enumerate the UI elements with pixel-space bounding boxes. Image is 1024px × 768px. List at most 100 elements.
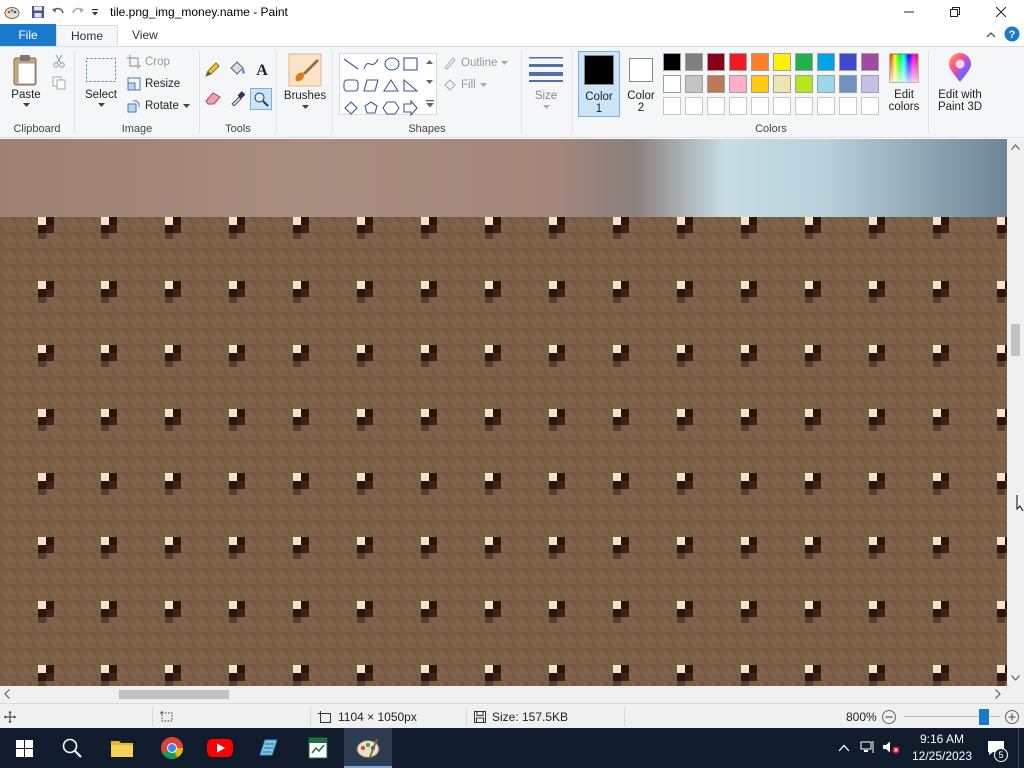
customize-toolbar-chevron-icon[interactable]	[88, 2, 102, 22]
scroll-down-icon[interactable]	[1011, 673, 1020, 684]
paste-button[interactable]: Paste	[6, 53, 46, 108]
paint-app-icon[interactable]	[2, 2, 22, 22]
outline-button[interactable]: Outline	[443, 56, 509, 70]
minimize-button[interactable]	[886, 0, 932, 24]
network-icon[interactable]	[860, 740, 876, 757]
horizontal-scroll-thumb[interactable]	[119, 690, 229, 699]
paint-taskbar-button[interactable]	[344, 728, 392, 768]
coin-pixel	[677, 473, 693, 495]
crop-button[interactable]: Crop	[127, 55, 170, 69]
shapes-gallery[interactable]	[339, 53, 437, 117]
close-button[interactable]	[978, 0, 1024, 24]
rotate-button[interactable]: Rotate	[127, 99, 190, 113]
palette-custom-slot[interactable]	[795, 97, 813, 115]
palette-custom-slot[interactable]	[839, 97, 857, 115]
palette-color-swatch[interactable]	[663, 53, 681, 71]
search-button[interactable]	[48, 728, 96, 768]
select-button[interactable]: Select	[81, 57, 121, 108]
youtube-button[interactable]	[196, 728, 244, 768]
search-icon	[62, 738, 82, 758]
color2-button[interactable]: Color 2	[622, 51, 660, 117]
scroll-up-icon[interactable]	[1011, 142, 1020, 153]
vertical-scroll-thumb[interactable]	[1011, 324, 1020, 356]
palette-color-swatch[interactable]	[773, 53, 791, 71]
size-button[interactable]: Size	[526, 55, 566, 110]
horizontal-scrollbar[interactable]	[0, 686, 1007, 703]
tab-file[interactable]: File	[0, 24, 56, 46]
palette-color-swatch[interactable]	[773, 75, 791, 93]
fill-tool[interactable]	[228, 61, 246, 77]
palette-color-swatch[interactable]	[729, 75, 747, 93]
brushes-button[interactable]: Brushes	[282, 53, 328, 110]
volume-muted-icon[interactable]	[882, 740, 900, 757]
palette-color-swatch[interactable]	[663, 75, 681, 93]
show-desktop-button[interactable]	[1018, 728, 1024, 768]
chevron-down-icon	[182, 103, 190, 108]
tab-view[interactable]: View	[118, 24, 172, 46]
zoom-slider-thumb[interactable]	[978, 709, 989, 725]
minus-circle-icon	[882, 709, 896, 724]
color1-button[interactable]: Color 1	[578, 51, 620, 117]
palette-color-swatch[interactable]	[795, 53, 813, 71]
start-button[interactable]	[0, 728, 48, 768]
resize-button[interactable]: Resize	[127, 77, 180, 91]
show-hidden-icons-icon[interactable]	[838, 741, 850, 755]
palette-color-swatch[interactable]	[685, 75, 703, 93]
palette-color-swatch[interactable]	[839, 53, 857, 71]
scroll-left-icon[interactable]	[4, 689, 10, 702]
tab-home[interactable]: Home	[56, 25, 119, 47]
palette-custom-slot[interactable]	[729, 97, 747, 115]
palette-custom-slot[interactable]	[663, 97, 681, 115]
undo-icon[interactable]	[48, 2, 68, 22]
palette-color-swatch[interactable]	[751, 75, 769, 93]
palette-color-swatch[interactable]	[707, 53, 725, 71]
palette-color-swatch[interactable]	[839, 75, 857, 93]
fill-button[interactable]: Fill	[443, 78, 487, 92]
zoom-out-button[interactable]	[881, 704, 897, 729]
palette-color-swatch[interactable]	[817, 75, 835, 93]
palette-color-swatch[interactable]	[685, 53, 703, 71]
palette-custom-slot[interactable]	[773, 97, 791, 115]
magnifier-tool[interactable]	[250, 88, 272, 110]
clock[interactable]: 9:16 AM 12/25/2023	[906, 728, 978, 768]
help-icon[interactable]: ?	[1004, 26, 1020, 45]
coin-pixel	[357, 665, 373, 686]
coin-pixel	[229, 409, 245, 431]
palette-custom-slot[interactable]	[685, 97, 703, 115]
color-picker-tool[interactable]	[230, 90, 246, 106]
app-button[interactable]	[244, 728, 292, 768]
palette-color-swatch[interactable]	[751, 53, 769, 71]
eraser-tool[interactable]	[204, 91, 222, 105]
vertical-scrollbar[interactable]	[1007, 139, 1024, 686]
palette-color-swatch[interactable]	[729, 53, 747, 71]
palette-custom-slot[interactable]	[861, 97, 879, 115]
zoom-in-button[interactable]	[1004, 704, 1020, 729]
restore-button[interactable]	[932, 0, 978, 24]
palette-color-swatch[interactable]	[817, 53, 835, 71]
pencil-tool[interactable]	[204, 62, 220, 78]
palette-color-swatch[interactable]	[861, 75, 879, 93]
disk-icon	[474, 710, 486, 723]
scroll-right-icon[interactable]	[995, 689, 1001, 702]
paint3d-button[interactable]: Edit with Paint 3D	[934, 53, 986, 113]
text-tool[interactable]: A	[254, 61, 270, 77]
palette-custom-slot[interactable]	[817, 97, 835, 115]
palette-color-swatch[interactable]	[861, 53, 879, 71]
file-explorer-button[interactable]	[98, 728, 146, 768]
save-icon[interactable]	[28, 2, 48, 22]
palette-custom-slot[interactable]	[707, 97, 725, 115]
palette-custom-slot[interactable]	[751, 97, 769, 115]
palette-color-swatch[interactable]	[795, 75, 813, 93]
shapes-scroll[interactable]	[424, 53, 435, 115]
drawing-canvas[interactable]	[0, 139, 1007, 686]
selection-icon	[160, 710, 173, 721]
chrome-button[interactable]	[148, 728, 196, 768]
collapse-ribbon-icon[interactable]	[986, 28, 996, 42]
edit-colors-button[interactable]: Edit colors	[884, 53, 924, 113]
redo-icon[interactable]	[68, 2, 88, 22]
spreadsheet-button[interactable]	[294, 728, 342, 768]
copy-button[interactable]	[52, 76, 66, 90]
cut-button[interactable]	[52, 54, 66, 68]
coin-pixel	[549, 409, 565, 431]
palette-color-swatch[interactable]	[707, 75, 725, 93]
